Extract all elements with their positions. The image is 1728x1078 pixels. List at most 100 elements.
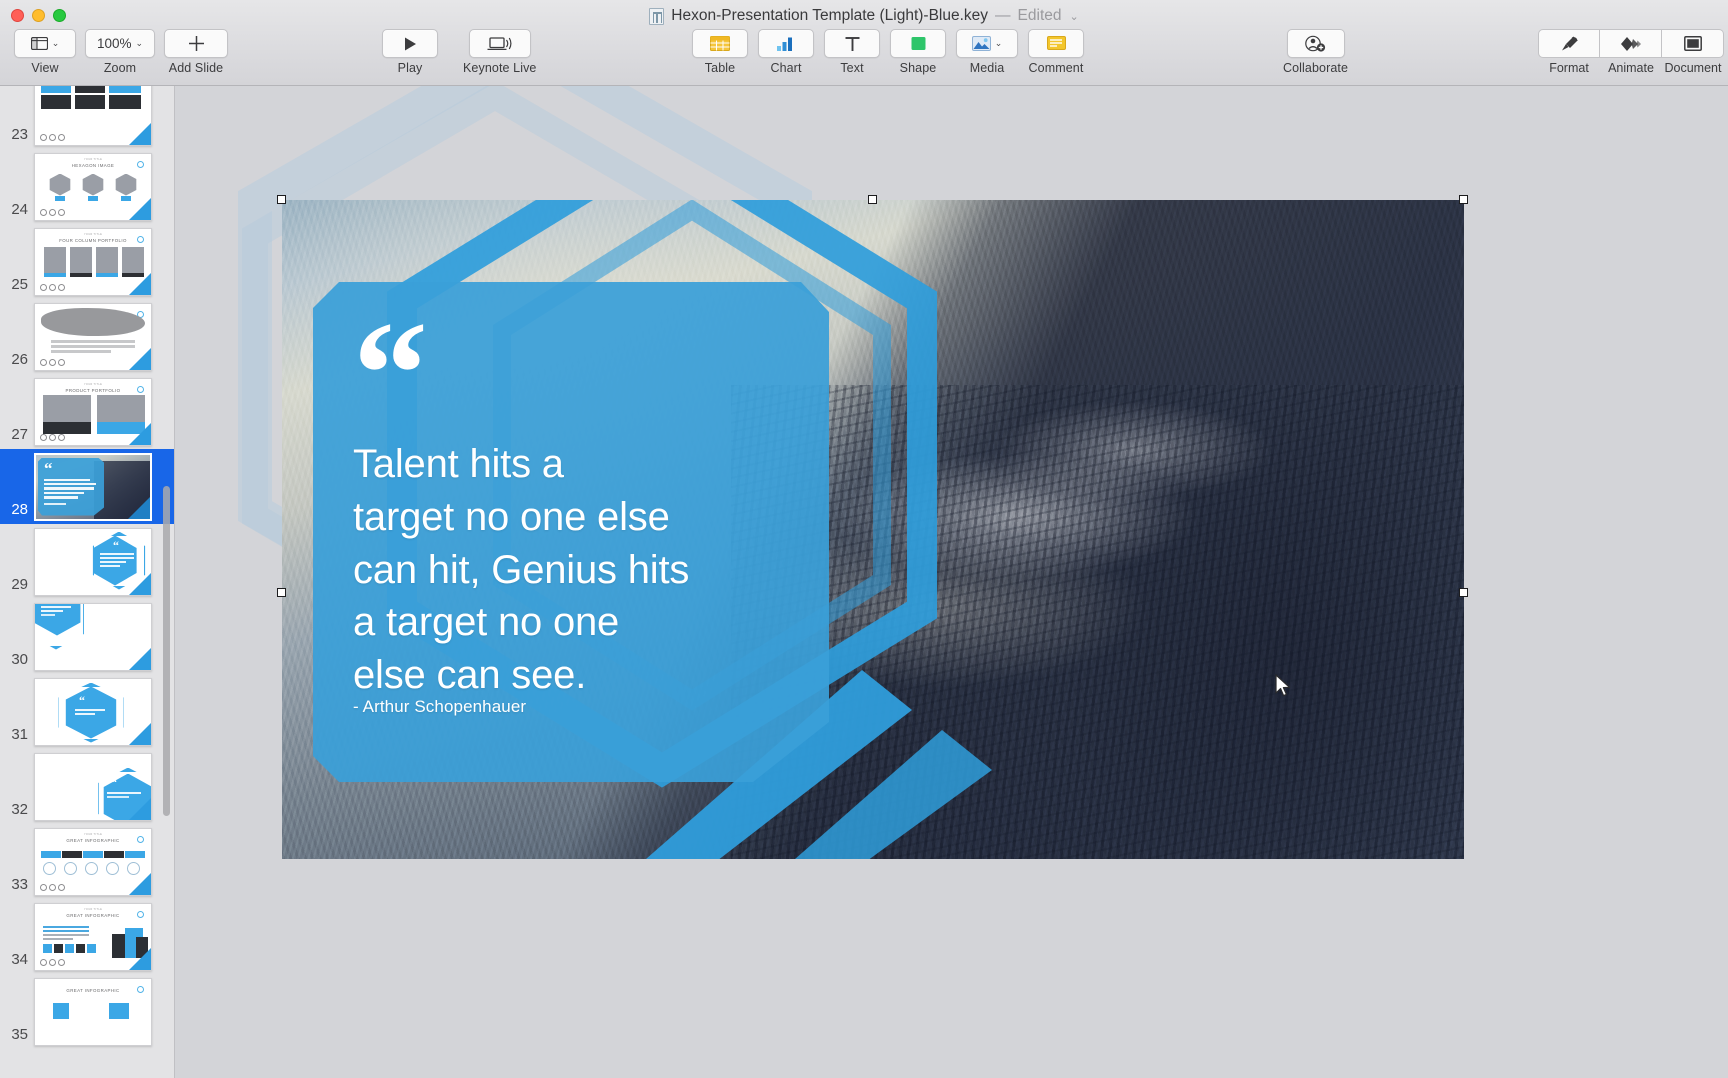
table-button[interactable]: Table xyxy=(692,29,748,75)
slide-navigator[interactable]: 23 24 YOUR TITLE HEXAGON IMAGE 25 YOUR T… xyxy=(0,86,175,1078)
slide-thumbnail[interactable]: YOUR TITLE GREAT INFOGRAPHIC xyxy=(34,902,152,971)
keynote-live-button[interactable]: Keynote Live xyxy=(463,29,536,75)
thumb-dots xyxy=(40,958,65,966)
close-button[interactable] xyxy=(11,9,24,22)
window-controls[interactable] xyxy=(11,9,66,22)
slide-object[interactable]: “ Talent hits a target no one else can hit… xyxy=(282,200,1464,859)
list-item[interactable]: 25 YOUR TITLE FOUR COLUMN PORTFOLIO xyxy=(0,224,174,299)
slide-number: 31 xyxy=(11,726,28,743)
quote-content[interactable]: “ Talent hits a target no one else can hit… xyxy=(313,282,829,782)
list-item[interactable]: 33 YOUR TITLE GREAT INFOGRAPHIC xyxy=(0,824,174,899)
list-item-selected[interactable]: 28 “ xyxy=(0,449,174,524)
slide-thumbnail[interactable] xyxy=(34,302,152,371)
list-item[interactable]: 23 xyxy=(0,86,174,149)
list-item[interactable]: 27 YOUR TITLE PRODUCT PORTFOLIO xyxy=(0,374,174,449)
text-button[interactable]: Text xyxy=(824,29,880,75)
comment-button[interactable]: Comment xyxy=(1028,29,1084,75)
slide-number: 35 xyxy=(11,1026,28,1043)
zoom-control[interactable]: 100% ⌄ Zoom xyxy=(85,29,155,75)
thumb-eyebrow: YOUR TITLE xyxy=(83,157,103,161)
quote-line-1: Talent hits a xyxy=(353,442,564,486)
slide-thumbnail[interactable]: “ xyxy=(34,677,152,746)
collaborate-button[interactable]: Collaborate xyxy=(1283,29,1348,75)
thumb-corner-accent xyxy=(129,347,151,370)
media-button[interactable]: ⌄ Media xyxy=(956,29,1018,75)
selection-handle-top-center[interactable] xyxy=(868,195,877,204)
play-label: Play xyxy=(397,61,423,75)
zoom-button[interactable] xyxy=(53,9,66,22)
navigator-scrollbar[interactable] xyxy=(163,486,170,816)
thumb-dots xyxy=(40,358,65,366)
animate-label: Animate xyxy=(1608,61,1654,75)
list-item[interactable]: 31 “ xyxy=(0,674,174,749)
chevron-down-icon[interactable]: ⌄ xyxy=(995,39,1003,48)
list-item[interactable]: 35 GREAT INFOGRAPHIC xyxy=(0,974,174,1049)
chart-label: Chart xyxy=(770,61,802,75)
chevron-down-icon[interactable]: ⌄ xyxy=(135,39,143,48)
slide-thumbnail[interactable] xyxy=(34,86,152,146)
window-title: Hexon-Presentation Template (Light)-Blue… xyxy=(671,7,989,24)
add-slide-button[interactable]: Add Slide xyxy=(164,29,228,75)
chevron-down-icon[interactable]: ⌄ xyxy=(52,39,60,48)
slide-thumbnail[interactable]: YOUR TITLE GREAT INFOGRAPHIC xyxy=(34,827,152,896)
slide-number: 32 xyxy=(11,801,28,818)
slide-number: 33 xyxy=(11,876,28,893)
minimize-button[interactable] xyxy=(32,9,45,22)
thumb-eyebrow: YOUR TITLE xyxy=(83,232,103,236)
diamond-animate-icon xyxy=(1620,36,1642,52)
slide-thumbnail[interactable]: “ xyxy=(34,452,152,521)
selection-handle-top-right[interactable] xyxy=(1459,195,1468,204)
list-item[interactable]: 30 xyxy=(0,599,174,674)
comment-label: Comment xyxy=(1028,61,1084,75)
slide-thumbnail[interactable]: “ xyxy=(34,752,152,821)
document-button[interactable] xyxy=(1662,29,1724,58)
thumb-corner-accent xyxy=(129,422,151,445)
toolbar-left-group: ⌄ View 100% ⌄ Zoom Add Slide xyxy=(14,29,228,75)
chart-button[interactable]: Chart xyxy=(758,29,814,75)
selection-handle-middle-right[interactable] xyxy=(1459,588,1468,597)
slide-thumbnail[interactable]: YOUR TITLE FOUR COLUMN PORTFOLIO xyxy=(34,227,152,296)
thumb-corner-accent xyxy=(129,872,151,895)
thumb-title: FOUR COLUMN PORTFOLIO xyxy=(59,237,127,243)
selection-handle-middle-left[interactable] xyxy=(277,588,286,597)
toolbar: Hexon-Presentation Template (Light)-Blue… xyxy=(0,0,1728,86)
list-item[interactable]: 32 “ xyxy=(0,749,174,824)
list-item[interactable]: 24 YOUR TITLE HEXAGON IMAGE xyxy=(0,149,174,224)
slide-thumbnail[interactable]: “ xyxy=(34,527,152,596)
text-label: Text xyxy=(840,61,864,75)
thumb-corner-accent xyxy=(129,122,151,145)
thumb-corner-accent xyxy=(129,197,151,220)
play-triangle-icon xyxy=(403,36,418,52)
slide-number: 29 xyxy=(11,576,28,593)
photo-icon xyxy=(971,36,991,51)
slide-thumbnail[interactable] xyxy=(34,602,152,671)
format-button[interactable] xyxy=(1538,29,1600,58)
slide-number: 28 xyxy=(11,501,28,518)
thumb-corner-accent xyxy=(129,572,151,595)
thumb-title: GREAT INFOGRAPHIC xyxy=(66,837,120,843)
list-item[interactable]: 26 xyxy=(0,299,174,374)
view-button[interactable]: ⌄ View xyxy=(14,29,76,75)
quote-text[interactable]: Talent hits a target no one else can hit, … xyxy=(353,438,753,702)
chevron-down-icon[interactable]: ⌄ xyxy=(1070,10,1079,23)
slide-canvas-area[interactable]: “ Talent hits a target no one else can hit… xyxy=(175,86,1728,1078)
selection-handle-top-left[interactable] xyxy=(277,195,286,204)
play-button[interactable]: Play xyxy=(382,29,438,75)
slide-thumbnail[interactable]: YOUR TITLE HEXAGON IMAGE xyxy=(34,152,152,221)
thumb-corner-accent xyxy=(129,722,151,745)
animate-button[interactable] xyxy=(1600,29,1662,58)
slide-thumbnail[interactable]: GREAT INFOGRAPHIC xyxy=(34,977,152,1046)
list-item[interactable]: 34 YOUR TITLE GREAT INFOGRAPHIC xyxy=(0,899,174,974)
list-item[interactable]: 29 “ xyxy=(0,524,174,599)
quote-mark-icon: “ xyxy=(353,291,428,457)
quote-line-2: target no one else xyxy=(353,494,670,539)
quote-author[interactable]: - Arthur Schopenhauer xyxy=(353,697,526,717)
thumb-eyebrow: YOUR TITLE xyxy=(83,907,103,911)
thumb-circle-accent xyxy=(137,235,144,243)
thumb-circle-accent xyxy=(137,160,144,168)
shape-button[interactable]: Shape xyxy=(890,29,946,75)
document-label: Document xyxy=(1664,61,1722,75)
slide-number: 34 xyxy=(11,951,28,968)
thumb-title: GREAT INFOGRAPHIC xyxy=(66,987,120,993)
slide-thumbnail[interactable]: YOUR TITLE PRODUCT PORTFOLIO xyxy=(34,377,152,446)
